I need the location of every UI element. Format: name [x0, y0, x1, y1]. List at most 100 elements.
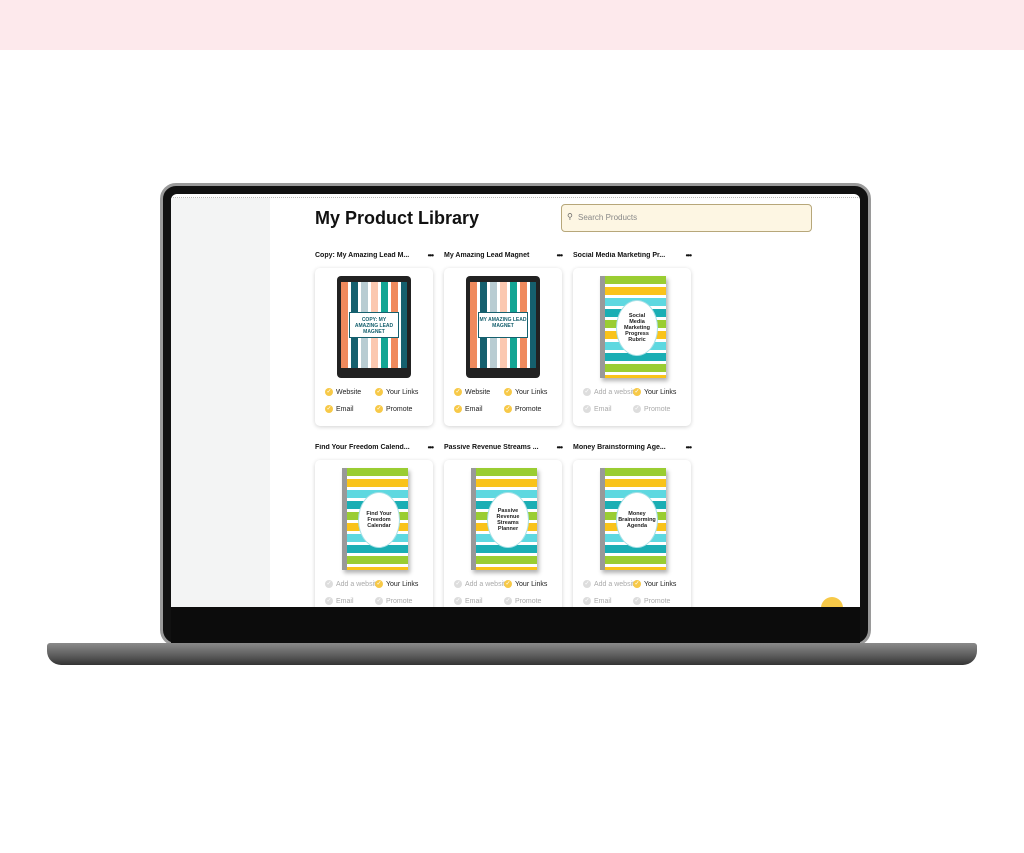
product-card-body[interactable]: Social Media Marketing Progress Rubric ✓ A… — [573, 268, 691, 426]
product-cover: MY AMAZING LEAD MAGNET — [466, 276, 540, 378]
status-item[interactable]: ✓ Add a website — [583, 580, 638, 588]
check-circle-icon: ✓ — [633, 580, 641, 588]
product-cover: Passive Revenue Streams Planner — [471, 468, 537, 570]
status-label: Promote — [644, 597, 671, 605]
product-title[interactable]: Find Your Freedom Calend... — [315, 444, 413, 454]
product-card-body[interactable]: MY AMAZING LEAD MAGNET ✓ Website ✓ Your Link… — [444, 268, 562, 426]
cover-text: Passive Revenue Streams Planner — [487, 492, 529, 548]
status-item[interactable]: ✓ Promote — [504, 597, 541, 605]
more-options-icon[interactable]: ••• — [428, 251, 434, 260]
product-card-body[interactable]: COPY: MY AMAZING LEAD MAGNET ✓ Website ✓ You… — [315, 268, 433, 426]
check-circle-icon: ✓ — [633, 405, 641, 413]
check-circle-icon: ✓ — [633, 597, 641, 605]
status-item[interactable]: ✓ Your Links — [633, 388, 676, 396]
top-banner — [0, 0, 1024, 50]
product-card[interactable]: My Amazing Lead Magnet ••• MY AMAZING LEAD… — [444, 251, 563, 426]
status-label: Promote — [515, 405, 542, 413]
status-label: Promote — [386, 597, 413, 605]
product-title[interactable]: My Amazing Lead Magnet — [444, 252, 542, 262]
check-circle-icon: ✓ — [375, 388, 383, 396]
check-circle-icon: ✓ — [504, 580, 512, 588]
status-item[interactable]: ✓ Email — [454, 597, 483, 605]
status-item[interactable]: ✓ Your Links — [504, 388, 547, 396]
status-item[interactable]: ✓ Promote — [504, 405, 541, 413]
status-item[interactable]: ✓ Promote — [633, 597, 670, 605]
search-input[interactable]: ⚲ Search Products — [561, 204, 812, 232]
more-options-icon[interactable]: ••• — [557, 251, 563, 260]
more-options-icon[interactable]: ••• — [686, 443, 692, 452]
product-card-body[interactable]: Money Brainstorming Agenda ✓ Add a website… — [573, 460, 691, 607]
status-item[interactable]: ✓ Email — [325, 405, 354, 413]
check-circle-icon: ✓ — [325, 405, 333, 413]
status-item[interactable]: ✓ Add a website — [325, 580, 380, 588]
status-item[interactable]: ✓ Add a website — [583, 388, 638, 396]
status-item[interactable]: ✓ Promote — [633, 405, 670, 413]
product-cover: Money Brainstorming Agenda — [600, 468, 666, 570]
product-card[interactable]: Passive Revenue Streams ... ••• Passive Re… — [444, 443, 563, 607]
status-item[interactable]: ✓ Add a website — [454, 580, 509, 588]
status-label: Email — [465, 405, 483, 413]
status-label: Website — [465, 388, 491, 396]
sidebar — [171, 198, 270, 607]
check-circle-icon: ✓ — [375, 597, 383, 605]
status-label: Your Links — [386, 580, 419, 588]
check-circle-icon: ✓ — [583, 405, 591, 413]
check-circle-icon: ✓ — [454, 388, 462, 396]
product-card-body[interactable]: Find Your Freedom Calendar ✓ Add a website… — [315, 460, 433, 607]
cover-text: Money Brainstorming Agenda — [616, 492, 658, 548]
product-title[interactable]: Social Media Marketing Pr... — [573, 252, 671, 262]
status-label: Your Links — [386, 388, 419, 396]
product-card[interactable]: Money Brainstorming Age... ••• Money Brain… — [573, 443, 692, 607]
status-label: Add a website — [465, 580, 509, 588]
status-label: Promote — [386, 405, 413, 413]
product-title[interactable]: Passive Revenue Streams ... — [444, 444, 542, 454]
status-item[interactable]: ✓ Your Links — [633, 580, 676, 588]
status-item[interactable]: ✓ Email — [583, 405, 612, 413]
more-options-icon[interactable]: ••• — [557, 443, 563, 452]
cover-text: COPY: MY AMAZING LEAD MAGNET — [349, 312, 399, 338]
check-circle-icon: ✓ — [583, 580, 591, 588]
cover-text: MY AMAZING LEAD MAGNET — [478, 312, 528, 338]
search-placeholder: Search Products — [578, 213, 638, 222]
status-item[interactable]: ✓ Your Links — [504, 580, 547, 588]
status-label: Email — [336, 405, 354, 413]
chat-button[interactable] — [821, 597, 843, 607]
status-item[interactable]: ✓ Your Links — [375, 580, 418, 588]
cover-text: Social Media Marketing Progress Rubric — [616, 300, 658, 356]
cover-text: Find Your Freedom Calendar — [358, 492, 400, 548]
check-circle-icon: ✓ — [454, 405, 462, 413]
status-label: Add a website — [336, 580, 380, 588]
product-card-body[interactable]: Passive Revenue Streams Planner ✓ Add a we… — [444, 460, 562, 607]
status-label: Your Links — [515, 388, 548, 396]
status-label: Your Links — [644, 388, 677, 396]
status-label: Add a website — [594, 580, 638, 588]
check-circle-icon: ✓ — [504, 388, 512, 396]
product-card[interactable]: Social Media Marketing Pr... ••• Social Me… — [573, 251, 692, 426]
status-label: Promote — [644, 405, 671, 413]
status-item[interactable]: ✓ Your Links — [375, 388, 418, 396]
check-circle-icon: ✓ — [504, 405, 512, 413]
status-item[interactable]: ✓ Website — [454, 388, 490, 396]
product-title[interactable]: Copy: My Amazing Lead M... — [315, 252, 413, 262]
status-label: Email — [594, 597, 612, 605]
status-label: Website — [336, 388, 362, 396]
status-item[interactable]: ✓ Email — [454, 405, 483, 413]
divider — [171, 197, 860, 198]
search-icon: ⚲ — [567, 212, 573, 221]
status-item[interactable]: ✓ Email — [325, 597, 354, 605]
more-options-icon[interactable]: ••• — [428, 443, 434, 452]
product-title[interactable]: Money Brainstorming Age... — [573, 444, 671, 454]
check-circle-icon: ✓ — [325, 597, 333, 605]
product-card[interactable]: Find Your Freedom Calend... ••• Find Your … — [315, 443, 434, 607]
status-label: Email — [465, 597, 483, 605]
check-circle-icon: ✓ — [454, 580, 462, 588]
status-label: Add a website — [594, 388, 638, 396]
status-item[interactable]: ✓ Promote — [375, 405, 412, 413]
product-cover: COPY: MY AMAZING LEAD MAGNET — [337, 276, 411, 378]
product-card[interactable]: Copy: My Amazing Lead M... ••• COPY: MY AM… — [315, 251, 434, 426]
status-item[interactable]: ✓ Email — [583, 597, 612, 605]
status-item[interactable]: ✓ Website — [325, 388, 361, 396]
product-cover: Social Media Marketing Progress Rubric — [600, 276, 666, 378]
more-options-icon[interactable]: ••• — [686, 251, 692, 260]
status-item[interactable]: ✓ Promote — [375, 597, 412, 605]
